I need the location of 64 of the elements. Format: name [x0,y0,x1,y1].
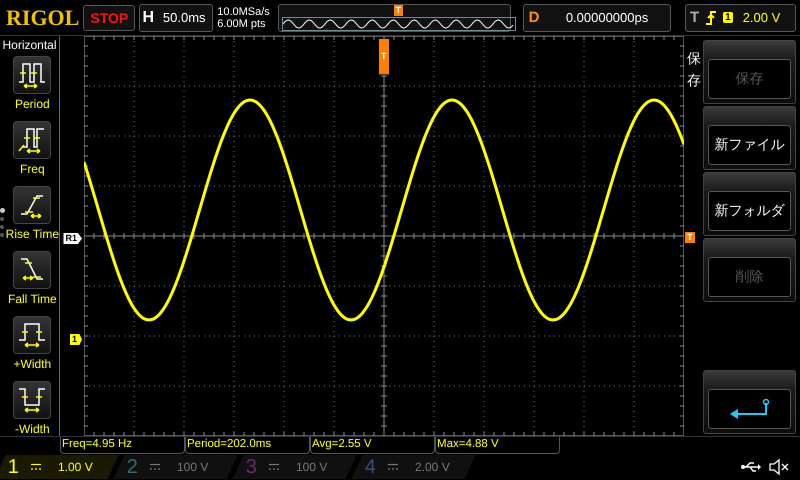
channel-marker: 1 [70,334,82,345]
channel-number: 4 [365,456,378,478]
memory-depth: 6.00M pts [217,18,267,30]
timebase-panel[interactable]: H 50.0ms [139,4,214,32]
rising-edge-icon [705,10,718,26]
trigger-label: T [690,9,700,26]
menu-title: 保存 [686,50,701,92]
softkey-button[interactable]: 新ファイル [703,106,796,170]
measure-button[interactable] [13,121,52,159]
dc-coupling-icon [387,463,399,471]
timebase-label: H [141,8,156,26]
logo: RIGOL [6,4,80,30]
trigger-level: 2.00 V [742,10,780,25]
channel-number: 1 [8,456,20,478]
trigger-source: 1 [723,12,733,23]
sample-rate: 10.0MSa/s [217,6,271,18]
menu-title: Horizontal [1,37,58,54]
back-button[interactable] [703,370,796,434]
delay-value: 0.00000000ps [564,10,650,25]
measure-label: -Width [14,422,50,436]
measurement-readout: Max=4.88 V [435,437,560,454]
page-dot[interactable] [0,208,5,213]
measure-button[interactable] [13,186,52,224]
channel-scale: 100 V [177,460,208,474]
channel-tab[interactable]: 2 100 V [113,455,238,479]
dc-coupling-icon [149,463,161,471]
timebase-value: 50.0ms [162,10,207,25]
measure-button[interactable] [13,251,52,289]
measurement-readout: Freq=4.95 Hz [60,437,185,454]
usb-icon [740,461,762,473]
reference-marker: R1 [63,233,82,244]
channel-scale: 1.00 V [58,460,93,474]
measure-button[interactable] [13,316,52,354]
channel-tab[interactable]: 1 1.00 V [0,455,119,479]
mute-icon [768,458,790,476]
measure-label: Period [14,97,50,111]
measurement-readout: Avg=2.55 V [310,437,435,454]
channel-scale: 2.00 V [415,460,450,474]
measurement-readout: Period=202.0ms [185,437,310,454]
channel-tab[interactable]: 3 100 V [232,455,357,479]
measure-button[interactable] [13,381,52,419]
return-arrow-icon [728,397,772,421]
dc-coupling-icon [30,463,42,471]
run-stop-button[interactable]: STOP [83,4,136,30]
measure-label: Freq [20,162,45,176]
softkey-button[interactable]: 新フォルダ [703,172,796,236]
channel-number: 3 [246,456,258,478]
channel-number: 2 [127,456,140,478]
trigger-panel[interactable]: T 1 2.00 V [684,4,796,32]
channel-scale: 100 V [296,460,328,474]
trigger-position-marker: T [394,4,404,16]
trigger-position-marker: T [379,39,388,75]
page-dot[interactable] [0,225,4,229]
dc-coupling-icon [268,463,280,471]
page-dot[interactable] [0,217,4,221]
delay-panel[interactable]: D 0.00000000ps [523,4,671,32]
trigger-level-marker: T [685,232,694,243]
measure-button[interactable] [13,56,52,94]
channel-tab[interactable]: 4 2.00 V [351,455,476,479]
measure-label: +Width [13,357,52,371]
page-dot[interactable] [0,233,4,237]
measure-label: Rise Time [6,227,59,241]
measure-label: Fall Time [8,292,57,306]
delay-label: D [528,9,540,26]
